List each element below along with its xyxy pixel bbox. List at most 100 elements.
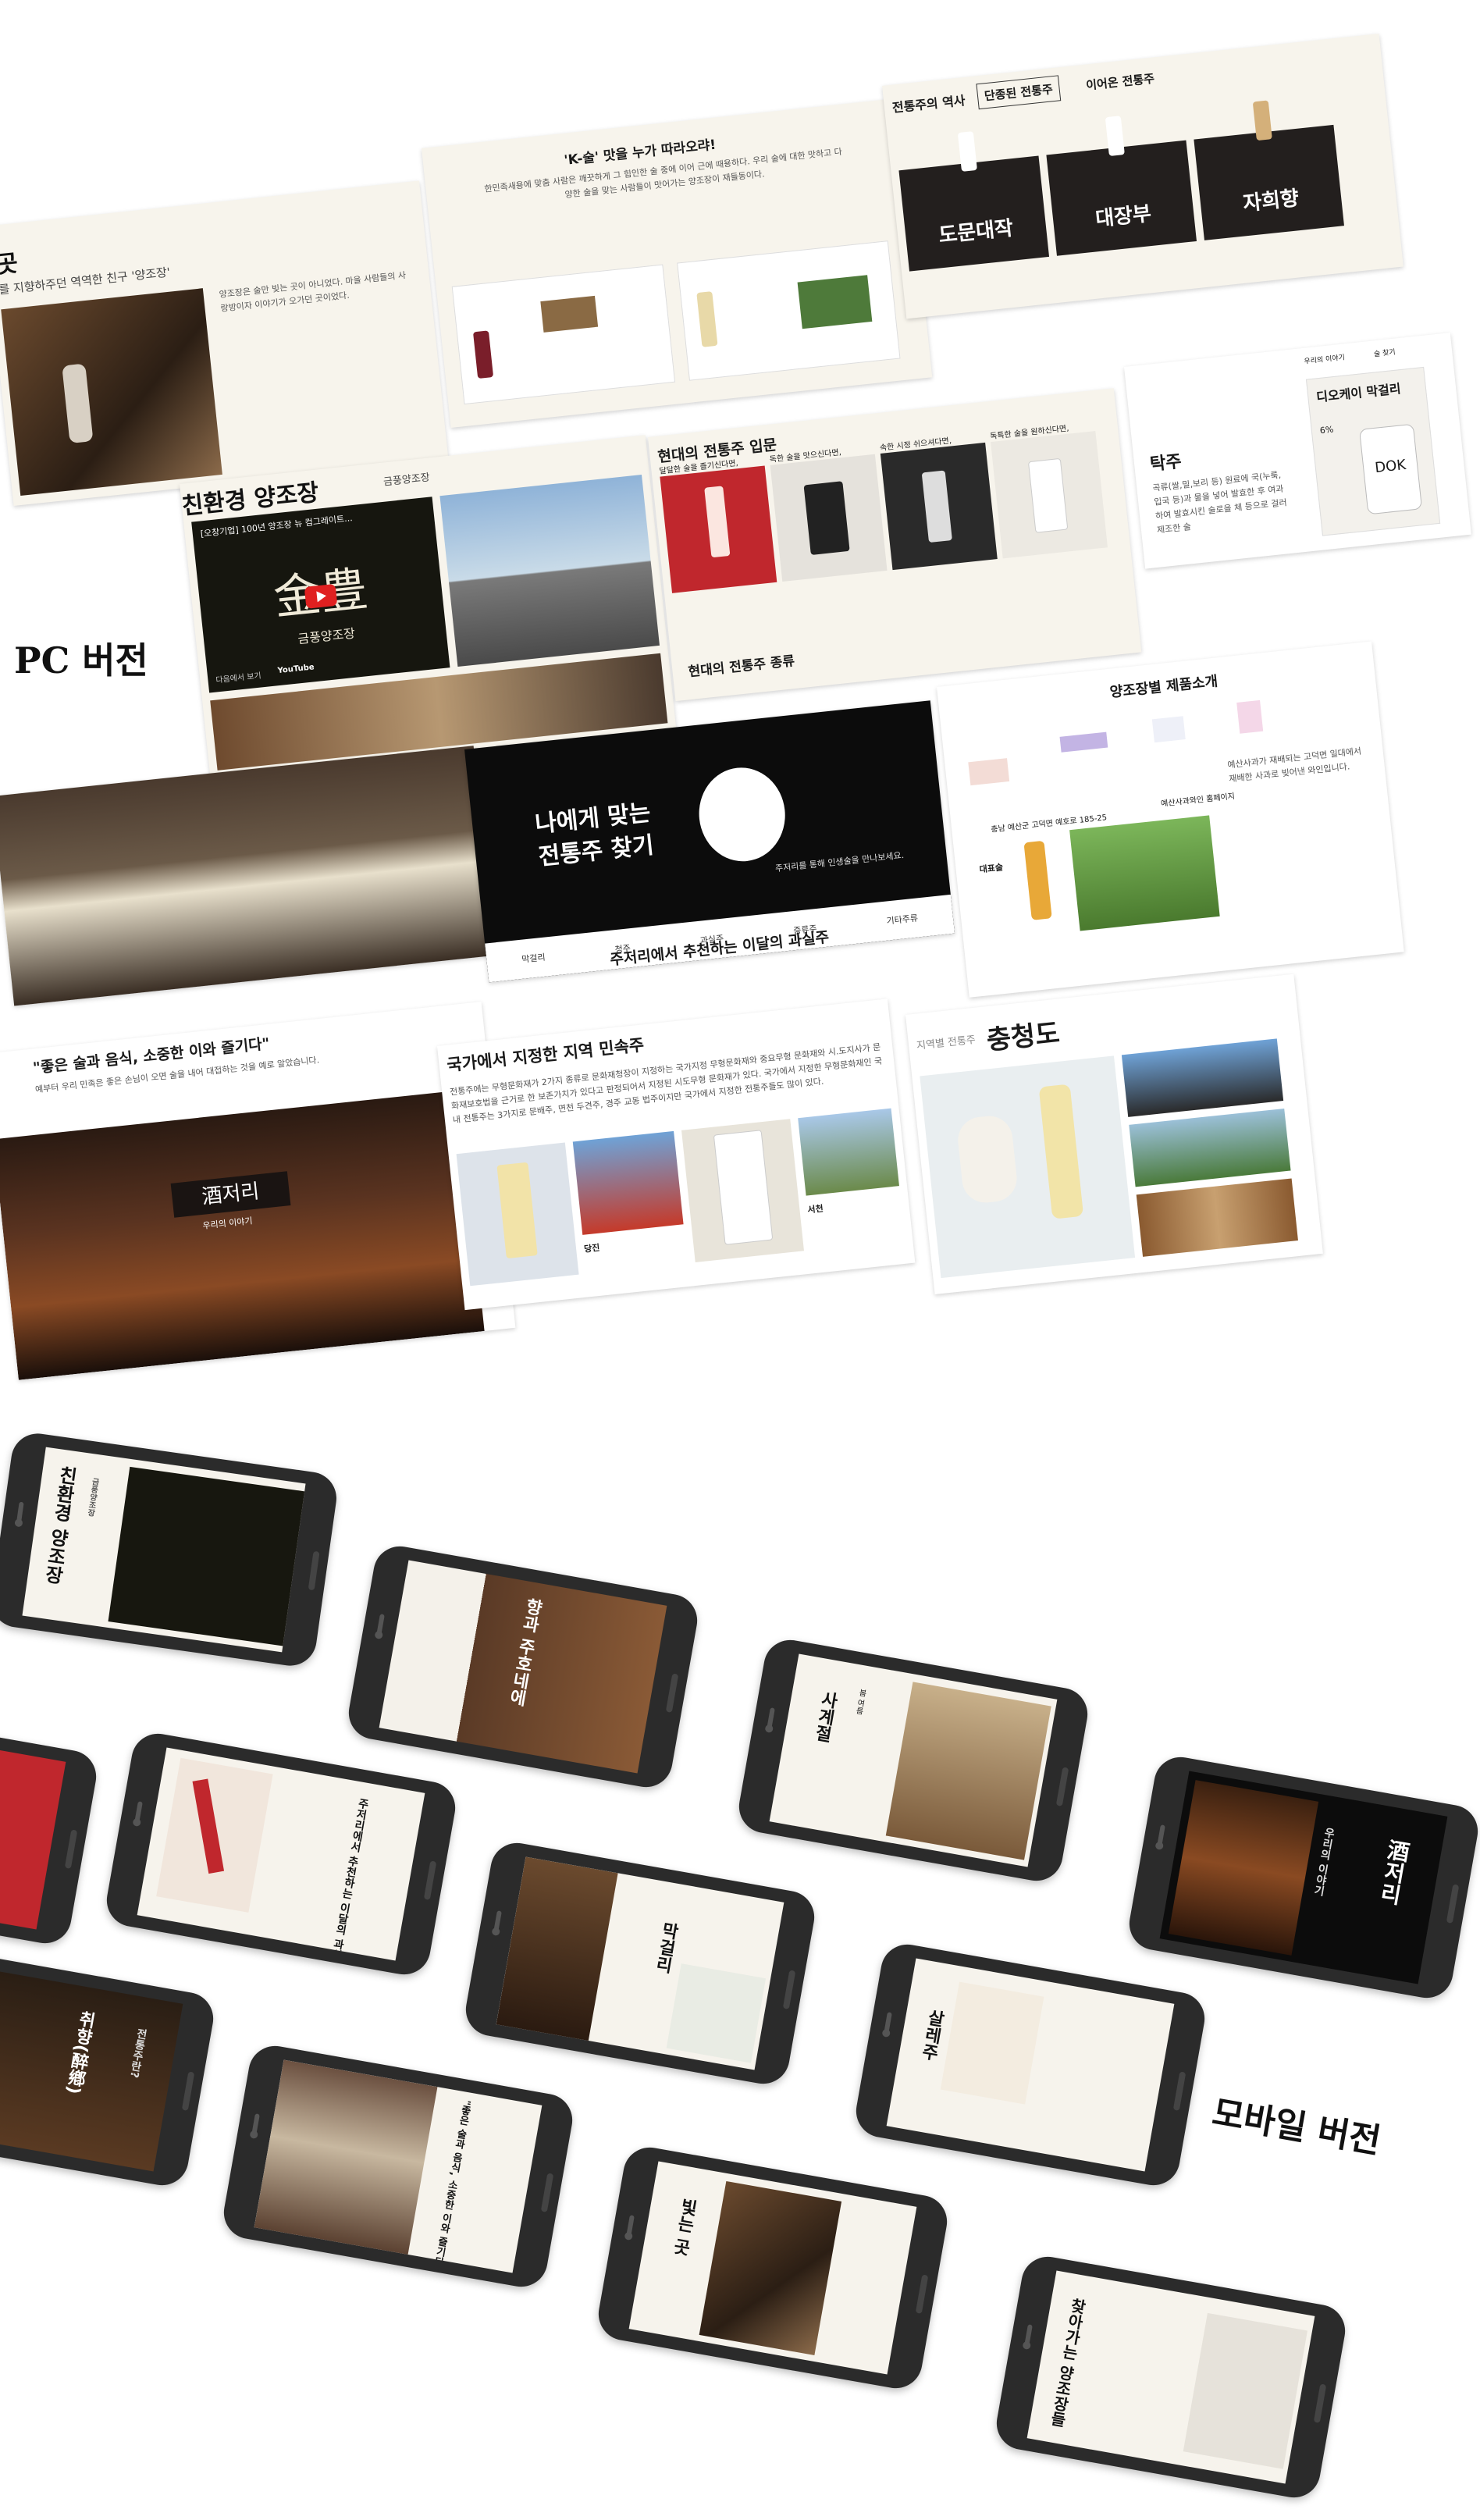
bottle-icon: [496, 1162, 538, 1259]
phone-screen: 향과 주호네에: [379, 1560, 667, 1774]
video-logo-sub: 금풍양조장: [297, 625, 356, 647]
home-button[interactable]: [423, 1860, 437, 1901]
brand-logo-4[interactable]: [1236, 699, 1264, 734]
dok-card[interactable]: 디오케이 막걸리 6% DOK: [1305, 366, 1441, 536]
phone-title: 향과 주호네에: [505, 1596, 544, 1707]
phone-1: 친환경 양조장 금풍양조장: [0, 1429, 340, 1670]
bottle-icon: [713, 1130, 774, 1245]
tab-makgeolli[interactable]: 막걸리: [521, 951, 546, 966]
video-player[interactable]: [오창기업] 100년 양조장 뉴 컴그레이트... 金豊 금풍양조장 다음에서…: [191, 497, 450, 693]
history-card-3[interactable]: 자희향: [1194, 100, 1344, 240]
brewery-title: 양조장별 제품소개: [1108, 673, 1219, 701]
nav-find-link[interactable]: 술 찾기: [1373, 347, 1396, 359]
phone-screen: 빛는 곳: [628, 2161, 917, 2375]
history-title: 전통주의 역사: [891, 93, 966, 116]
phone-11: 빛는 곳: [594, 2143, 952, 2393]
camera: [249, 2130, 259, 2140]
jar-photo: [254, 2059, 438, 2256]
camera: [1154, 1841, 1165, 1851]
brand-logo-3[interactable]: [1151, 716, 1186, 743]
bottle-icon: [955, 1113, 1019, 1205]
friend-subtitle: 를 지향하주던 역역한 친구 '양조장': [0, 265, 171, 297]
tab-continued[interactable]: 이어온 전통주: [1085, 70, 1155, 94]
pc-showcase: 곳 를 지향하주던 역역한 친구 '양조장' 양조장은 술만 빚는 곳이 아니었…: [0, 0, 1480, 1405]
folk-card-1[interactable]: [456, 1142, 579, 1287]
history-card-label: 도문대작: [937, 216, 1015, 248]
season-photo: [885, 1682, 1051, 1860]
home-button[interactable]: [665, 1673, 679, 1714]
bottle-icon: [1252, 100, 1272, 141]
jar-photo: [0, 746, 496, 1006]
home-button[interactable]: [308, 1550, 320, 1591]
nav-story-link[interactable]: 우리의 이야기: [1304, 351, 1345, 365]
phone-screen: 酒저리 우리의 이야기: [1159, 1771, 1448, 1984]
hero-photo: 酒저리 우리의 이야기: [0, 1090, 485, 1380]
modern-card-1[interactable]: [660, 465, 777, 593]
folk-card-2[interactable]: [572, 1130, 684, 1235]
history-panel: 전통주의 역사 단종된 전통주 이어온 전통주 도문대작 대장부 자희향: [882, 34, 1404, 319]
modern-card-4[interactable]: [991, 431, 1108, 559]
tab-summer[interactable]: 여름: [853, 1698, 864, 1715]
dok-bottle: DOK: [1359, 423, 1423, 515]
brewery-panel: 양조장별 제품소개 충남 예산군 고덕면 예호로 185-25 예산사과와인 홈…: [937, 641, 1404, 998]
phone-screen: 살레주: [886, 1958, 1175, 2172]
ksul-card-1[interactable]: [451, 264, 676, 405]
home-button[interactable]: [181, 2071, 195, 2112]
brand-logo-1[interactable]: [968, 758, 1010, 786]
takju-panel: 탁주 곡류(쌀,밀,보리 등) 원료에 국(누룩, 입국 등)과 물을 넣어 발…: [1124, 333, 1471, 569]
home-button[interactable]: [782, 1970, 796, 2010]
history-card-2[interactable]: 대장부: [1046, 116, 1197, 256]
brewery-site[interactable]: 예산사과와인 홈페이지: [1160, 789, 1236, 809]
tab-spring[interactable]: 봄: [856, 1688, 866, 1697]
modern-card-2[interactable]: [770, 454, 888, 582]
folk-panel: 국가에서 지정한 지역 민속주 전통주에는 무형문화재가 2가지 종류로 문화재…: [437, 998, 916, 1311]
play-icon[interactable]: [304, 583, 338, 609]
home-button[interactable]: [1172, 2071, 1186, 2112]
bottle-icon: [1105, 116, 1125, 157]
modern-card-3[interactable]: [880, 442, 998, 571]
bottle-icon: [192, 1778, 225, 1874]
bottle-icon: [803, 481, 850, 555]
eco-panel: 친환경 양조장 금풍양조장 [오창기업] 100년 양조장 뉴 컴그레이트...…: [180, 435, 677, 779]
phone-screen: "좋은 술과 음식, 소중한 이와 즐기다": [254, 2059, 543, 2273]
region-photo-3: [1129, 1108, 1291, 1187]
phone-10: "좋은 술과 음식, 소중한 이와 즐기다": [219, 2041, 577, 2291]
phone-title: 빛는 곳: [669, 2196, 699, 2257]
bottle-photo: [666, 1963, 767, 2063]
phone-subtitle: 금풍양조장: [85, 1477, 99, 1518]
bottle-icon: [921, 470, 952, 543]
phone-title: "좋은 술과 음식, 소중한 이와 즐기다": [430, 2098, 472, 2273]
pc-version-label: PC 버전: [14, 639, 148, 682]
dok-card-title: 디오케이 막걸리: [1315, 381, 1402, 405]
find-sub: 주저리를 통해 인생술을 만나보세요.: [774, 849, 905, 874]
camera: [491, 1927, 501, 1937]
phone-title: 막걸리: [651, 1920, 680, 1975]
friend-panel: 곳 를 지향하주던 역역한 친구 '양조장' 양조장은 술만 빚는 곳이 아니었…: [0, 180, 449, 507]
camera: [14, 1518, 23, 1528]
region-photo-2: [1121, 1038, 1284, 1117]
tab-etc[interactable]: 기타주류: [886, 912, 919, 927]
home-button[interactable]: [915, 2274, 929, 2315]
folk-card-4[interactable]: [798, 1108, 899, 1196]
tab-discontinued[interactable]: 단종된 전통주: [976, 75, 1062, 110]
history-card-1[interactable]: 도문대작: [898, 131, 1050, 272]
phone-screen: 취향(醉鄕) 전통주란?: [0, 1958, 183, 2172]
home-button[interactable]: [64, 1829, 78, 1870]
product-photo: [156, 1757, 273, 1913]
region-label: 지역별 전통주: [916, 1034, 977, 1052]
bottle-icon: [696, 291, 718, 347]
phone-3: 사계절 봄 여름: [735, 1636, 1092, 1885]
folk-card-3[interactable]: [681, 1119, 804, 1262]
product-photo: [496, 1856, 618, 2042]
watch-on[interactable]: 다음에서 보기: [215, 668, 261, 685]
phone-8: 살레주: [852, 1940, 1209, 2190]
home-button[interactable]: [1055, 1767, 1069, 1807]
ksul-card-2[interactable]: [677, 240, 901, 381]
phone-title: 찾아가는 양조장들: [1046, 2296, 1088, 2429]
youtube-logo[interactable]: YouTube: [277, 663, 315, 675]
home-button[interactable]: [540, 2173, 554, 2213]
brand-logo-2[interactable]: [1059, 731, 1108, 753]
home-button[interactable]: [1313, 2383, 1327, 2424]
home-button[interactable]: [1446, 1884, 1460, 1924]
video-thumb[interactable]: [108, 1466, 306, 1646]
